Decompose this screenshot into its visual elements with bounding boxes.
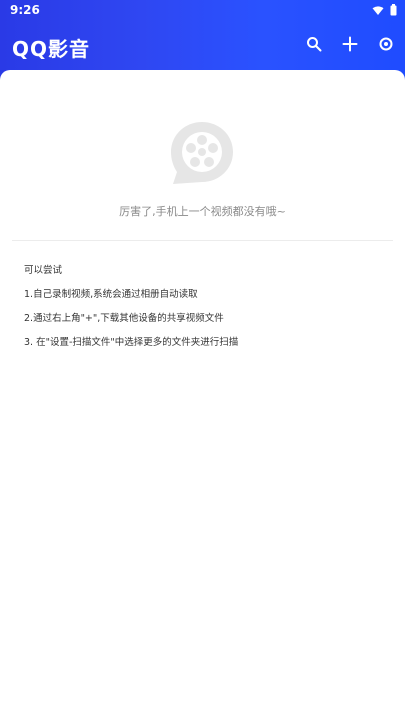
tips-section: 可以尝试 1.自己录制视频,系统会通过相册自动读取 2.通过右上角"+",下载其… xyxy=(24,265,384,361)
battery-icon xyxy=(390,1,397,20)
empty-state-message: 厉害了,手机上一个视频都没有哦~ xyxy=(119,205,286,218)
settings-icon[interactable] xyxy=(377,35,395,53)
header-actions xyxy=(305,35,395,53)
app-title: QQ影音 xyxy=(12,37,91,61)
search-icon[interactable] xyxy=(305,35,323,53)
tips-title: 可以尝试 xyxy=(24,265,63,276)
status-time: 9:26 xyxy=(10,3,40,17)
tip-item-3: 3. 在"设置-扫描文件"中选择更多的文件夹进行扫描 xyxy=(24,337,239,348)
status-bar: 9:26 xyxy=(0,0,405,22)
status-icons xyxy=(372,3,397,17)
tip-item-1: 1.自己录制视频,系统会通过相册自动读取 xyxy=(24,289,198,300)
tip-item-2: 2.通过右上角"+",下载其他设备的共享视频文件 xyxy=(24,313,224,324)
plus-icon[interactable] xyxy=(341,35,359,53)
app-header: 9:26 QQ影音 xyxy=(0,0,405,80)
video-reel-icon xyxy=(167,118,237,188)
divider xyxy=(12,240,393,241)
wifi-icon xyxy=(372,1,384,20)
